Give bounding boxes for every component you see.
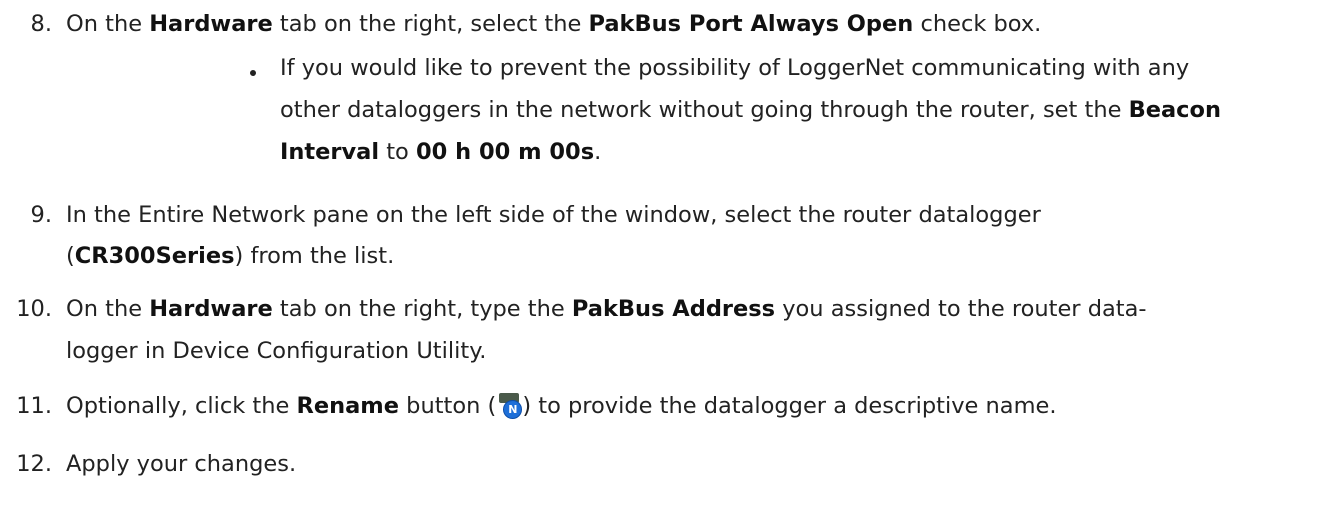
step-number: 11.	[16, 393, 52, 419]
step-number: 12.	[16, 451, 52, 477]
ui-term: Beacon	[1128, 97, 1221, 123]
ui-term: CR300Series	[74, 243, 235, 269]
sub-bullet-line: Interval to 00 h 00 m 00s.	[280, 139, 602, 165]
step-text-line: Apply your changes.	[66, 451, 297, 477]
step-text-line: On the Hardware tab on the right, select…	[66, 11, 1042, 37]
rename-button-icon: N	[497, 393, 523, 419]
step-number: 10.	[16, 296, 52, 322]
step-number: 8.	[30, 11, 52, 37]
step-number: 9.	[30, 202, 52, 228]
ui-term: 00 h 00 m 00s	[415, 139, 595, 165]
ui-term: Hardware	[149, 11, 273, 37]
step-text-line: In the Entire Network pane on the left s…	[66, 202, 1041, 228]
instruction-document: 8. On the Hardware tab on the right, sel…	[0, 0, 1320, 515]
step-text-line: (CR300Series) from the list.	[66, 243, 395, 269]
ui-term: PakBus Port Always Open	[588, 11, 914, 37]
bullet-dot-icon	[250, 70, 260, 80]
ui-term: PakBus Address	[571, 296, 776, 322]
step-text-line: On the Hardware tab on the right, type t…	[66, 296, 1147, 322]
sub-bullet-line: other dataloggers in the network without…	[280, 97, 1221, 123]
step-text-line: Optionally, click the Rename button (N) …	[66, 393, 1057, 419]
sub-bullet-line: If you would like to prevent the possibi…	[280, 55, 1190, 81]
ui-term: Interval	[280, 139, 380, 165]
ui-term: Rename	[296, 393, 400, 419]
step-text-line: logger in Device Configuration Utility.	[66, 338, 487, 364]
ui-term: Hardware	[149, 296, 273, 322]
